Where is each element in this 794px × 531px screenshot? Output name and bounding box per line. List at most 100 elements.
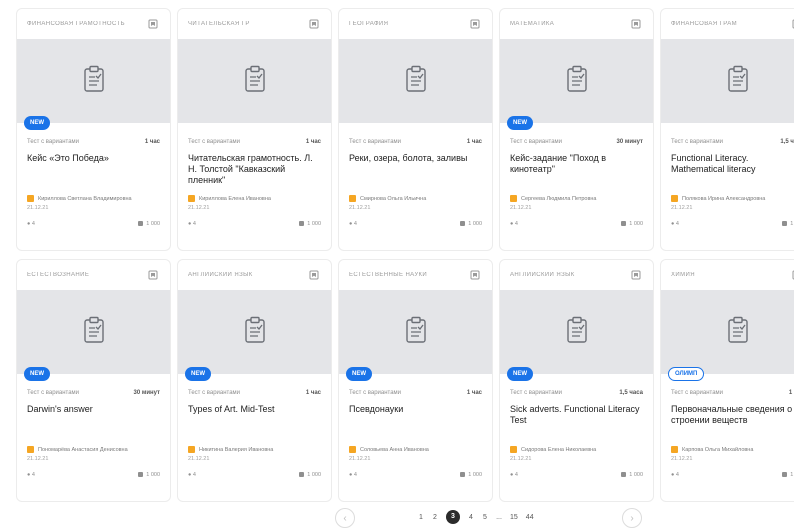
card-format: Тест с вариантами <box>27 139 80 145</box>
test-card[interactable]: ЕСТЕСТВОЗНАНИЕ NEW Тест с вариантами 30 … <box>16 259 171 502</box>
card-likes-count: 4 <box>31 221 35 227</box>
bookmark-icon[interactable] <box>629 268 643 282</box>
card-subject: АНГЛИЙСКИЙ ЯЗЫК <box>510 272 575 278</box>
card-thumbnail[interactable]: NEW <box>178 290 331 381</box>
card-header: ЧИТАТЕЛЬСКАЯ ГР <box>178 9 331 39</box>
warning-icon <box>188 195 195 202</box>
warning-icon <box>349 446 356 453</box>
card-likes-count: 4 <box>675 221 679 227</box>
prev-page-button[interactable]: ‹ <box>335 508 355 528</box>
test-card[interactable]: АНГЛИЙСКИЙ ЯЗЫК NEW Тест с вариантами 1,… <box>499 259 654 502</box>
test-card[interactable]: ФИНАНСОВАЯ ГРАМОТНОСТЬ NEW Тест с вариан… <box>16 8 171 251</box>
card-likes-count: 4 <box>192 221 196 227</box>
card-subject: ХИМИЯ <box>671 272 695 278</box>
test-card[interactable]: ХИМИЯ ОЛИМП Тест с вариантами 1 час Перв… <box>660 259 794 502</box>
card-thumbnail[interactable] <box>178 39 331 123</box>
next-page-button[interactable]: › <box>622 508 642 528</box>
card-format: Тест с вариантами <box>671 139 724 145</box>
card-format: Тест с вариантами <box>349 139 402 145</box>
page-number[interactable]: 4 <box>468 514 474 521</box>
card-views: 1 000 <box>782 221 794 227</box>
card-views: 1 000 <box>621 221 643 227</box>
bookmark-icon[interactable] <box>146 268 160 282</box>
card-format: Тест с вариантами <box>349 390 402 396</box>
card-footer: ● 4 1 000 <box>339 462 492 478</box>
card-thumbnail[interactable]: NEW <box>500 39 653 130</box>
bookmark-icon[interactable] <box>468 268 482 282</box>
page-number[interactable]: 2 <box>432 514 438 521</box>
card-badge: NEW <box>507 116 533 130</box>
page-number[interactable]: 44 <box>526 514 534 521</box>
warning-icon <box>671 195 678 202</box>
card-date: 21.12.21 <box>671 456 693 462</box>
card-title[interactable]: Sick adverts. Functional Literacy Test <box>500 396 653 446</box>
card-views: 1 000 <box>299 221 321 227</box>
warning-icon <box>510 446 517 453</box>
bookmark-icon[interactable] <box>468 17 482 31</box>
card-thumbnail[interactable] <box>661 39 794 123</box>
card-title[interactable]: Darwin's answer <box>17 396 170 446</box>
test-card[interactable]: ФИНАНСОВАЯ ГРАМ Тест с вариантами 1,5 ча… <box>660 8 794 251</box>
card-meta: Тест с вариантами 1,5 часа <box>661 123 794 145</box>
card-title[interactable]: Читательская грамотность. Л. Н. Толстой … <box>178 145 331 195</box>
page-number[interactable]: 1 <box>418 514 424 521</box>
card-subject: ЧИТАТЕЛЬСКАЯ ГР <box>188 21 250 27</box>
test-card[interactable]: ЕСТЕСТВЕННЫЕ НАУКИ NEW Тест с вариантами… <box>338 259 493 502</box>
card-thumbnail[interactable]: ОЛИМП <box>661 290 794 381</box>
test-card[interactable]: ГЕОГРАФИЯ Тест с вариантами 1 час Реки, … <box>338 8 493 251</box>
card-header: ХИМИЯ <box>661 260 794 290</box>
card-thumbnail[interactable]: NEW <box>500 290 653 381</box>
card-thumbnail[interactable] <box>339 39 492 123</box>
card-likes: ● 4 <box>510 221 518 227</box>
card-grid: ФИНАНСОВАЯ ГРАМОТНОСТЬ NEW Тест с вариан… <box>16 8 794 502</box>
card-title[interactable]: Functional Literacy. Mathematical litera… <box>661 145 794 195</box>
pagination: ‹ 1 2 3 4 5... 15 44 › <box>0 507 794 528</box>
card-thumbnail[interactable]: NEW <box>339 290 492 381</box>
bookmark-icon[interactable] <box>790 268 794 282</box>
card-thumbnail[interactable]: NEW <box>17 290 170 381</box>
card-header: МАТЕМАТИКА <box>500 9 653 39</box>
bookmark-icon[interactable] <box>790 17 794 31</box>
card-thumbnail[interactable]: NEW <box>17 39 170 130</box>
bookmark-icon[interactable] <box>307 268 321 282</box>
test-card[interactable]: МАТЕМАТИКА NEW Тест с вариантами 30 мину… <box>499 8 654 251</box>
card-title[interactable]: Types of Art. Mid-Test <box>178 396 331 446</box>
card-footer: ● 4 1 000 <box>17 462 170 478</box>
bookmark-icon[interactable] <box>146 17 160 31</box>
card-likes: ● 4 <box>188 472 196 478</box>
card-likes: ● 4 <box>188 221 196 227</box>
clipboard-icon <box>566 316 588 349</box>
card-title[interactable]: Первоначальные сведения о строении вещес… <box>661 396 794 446</box>
test-card[interactable]: ЧИТАТЕЛЬСКАЯ ГР Тест с вариантами 1 час … <box>177 8 332 251</box>
card-author: Соловьева Анна Ивановна <box>339 446 492 453</box>
clipboard-icon <box>405 65 427 98</box>
card-author: Кириллова Елена Ивановна <box>178 195 331 202</box>
test-card[interactable]: АНГЛИЙСКИЙ ЯЗЫК NEW Тест с вариантами 1 … <box>177 259 332 502</box>
clipboard-icon <box>405 316 427 349</box>
card-author: Кириллова Светлана Владимировна <box>17 195 170 202</box>
card-badge: NEW <box>24 367 50 381</box>
warning-icon <box>671 446 678 453</box>
warning-icon <box>188 446 195 453</box>
card-header: ФИНАНСОВАЯ ГРАМ <box>661 9 794 39</box>
card-footer: ● 4 1 000 <box>178 462 331 478</box>
card-author-name: Пономарёва Анастасия Денисовна <box>38 446 128 453</box>
card-title[interactable]: Псевдонауки <box>339 396 492 446</box>
card-author-name: Сергеева Людмила Петровна <box>521 195 597 202</box>
page-number[interactable]: 3 <box>446 510 460 524</box>
card-likes: ● 4 <box>27 221 35 227</box>
card-title[interactable]: Кейс-задание "Поход в кинотеатр" <box>500 145 653 195</box>
page-number[interactable]: 5 <box>482 514 488 521</box>
page-number[interactable]: 15 <box>510 514 518 521</box>
card-likes: ● 4 <box>671 472 679 478</box>
card-header: АНГЛИЙСКИЙ ЯЗЫК <box>500 260 653 290</box>
bookmark-icon[interactable] <box>629 17 643 31</box>
card-views: 1 000 <box>299 472 321 478</box>
card-likes: ● 4 <box>349 472 357 478</box>
bookmark-icon[interactable] <box>307 17 321 31</box>
card-title[interactable]: Кейс «Это Победа» <box>17 145 170 195</box>
card-date: 21.12.21 <box>188 205 210 211</box>
card-views: 1 000 <box>460 221 482 227</box>
card-duration: 1 час <box>305 390 321 396</box>
card-title[interactable]: Реки, озера, болота, заливы <box>339 145 492 195</box>
